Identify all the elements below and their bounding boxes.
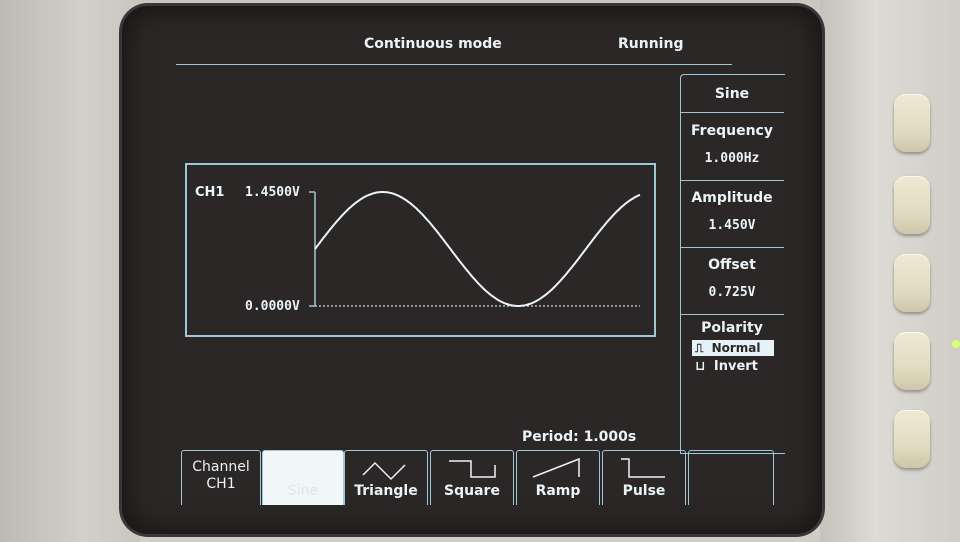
amplitude-value: 1.450V xyxy=(708,218,756,233)
device-bezel-left xyxy=(0,0,140,542)
header-divider xyxy=(176,64,732,65)
lcd-display: Continuous mode Running Sine Frequency 1… xyxy=(122,6,822,534)
square-wave-icon xyxy=(449,460,496,478)
amplitude-label: Amplitude xyxy=(691,190,773,206)
tab-empty[interactable] xyxy=(688,450,774,505)
tab-square[interactable]: Square xyxy=(430,450,514,505)
tab-pulse[interactable]: Pulse xyxy=(602,450,686,505)
ramp-wave-icon xyxy=(532,457,580,478)
side-menu-divider xyxy=(680,314,784,315)
side-menu-title[interactable]: Sine xyxy=(680,86,784,102)
side-menu-divider xyxy=(680,112,784,113)
tab-sine[interactable]: Sine xyxy=(262,450,344,505)
pulse-wave-icon xyxy=(621,458,665,478)
channel-tab[interactable]: Channel CH1 xyxy=(181,450,261,505)
polarity-label: Polarity xyxy=(701,320,763,336)
side-menu: Sine Frequency 1.000Hz Amplitude 1.450V … xyxy=(680,74,786,454)
pulse-normal-icon: ⎍ xyxy=(695,341,704,355)
mode-label: Continuous mode xyxy=(364,36,502,52)
frequency-value: 1.000Hz xyxy=(704,151,760,166)
triangle-wave-icon xyxy=(362,461,406,481)
softkey-3[interactable] xyxy=(894,254,930,312)
sine-trace xyxy=(314,191,641,307)
pulse-invert-icon: ⊔ xyxy=(695,359,706,374)
device-bezel-right xyxy=(820,0,960,542)
softkey-5[interactable] xyxy=(894,410,930,468)
status-led xyxy=(952,340,960,348)
tab-ramp[interactable]: Ramp xyxy=(516,450,600,505)
offset-label: Offset xyxy=(708,257,756,273)
softkey-4[interactable] xyxy=(894,332,930,390)
softkey-1[interactable] xyxy=(894,94,930,152)
period-label: Period: 1.000s xyxy=(522,429,637,445)
waveform-graph: CH1 1.4500V 0.0000V xyxy=(185,163,656,337)
waveform-plot xyxy=(309,191,641,307)
polarity-option-normal[interactable]: ⎍ Normal xyxy=(692,340,774,356)
polarity-option-invert[interactable]: ⊔ Invert xyxy=(692,359,774,375)
run-status: Running xyxy=(618,36,684,52)
instrument-screen: Continuous mode Running Sine Frequency 1… xyxy=(122,6,822,534)
softkey-2[interactable] xyxy=(894,176,930,234)
frequency-label: Frequency xyxy=(691,123,773,139)
tab-triangle[interactable]: Triangle xyxy=(344,450,428,505)
side-menu-divider xyxy=(680,180,784,181)
offset-value: 0.725V xyxy=(708,285,756,300)
side-menu-divider xyxy=(680,247,784,248)
